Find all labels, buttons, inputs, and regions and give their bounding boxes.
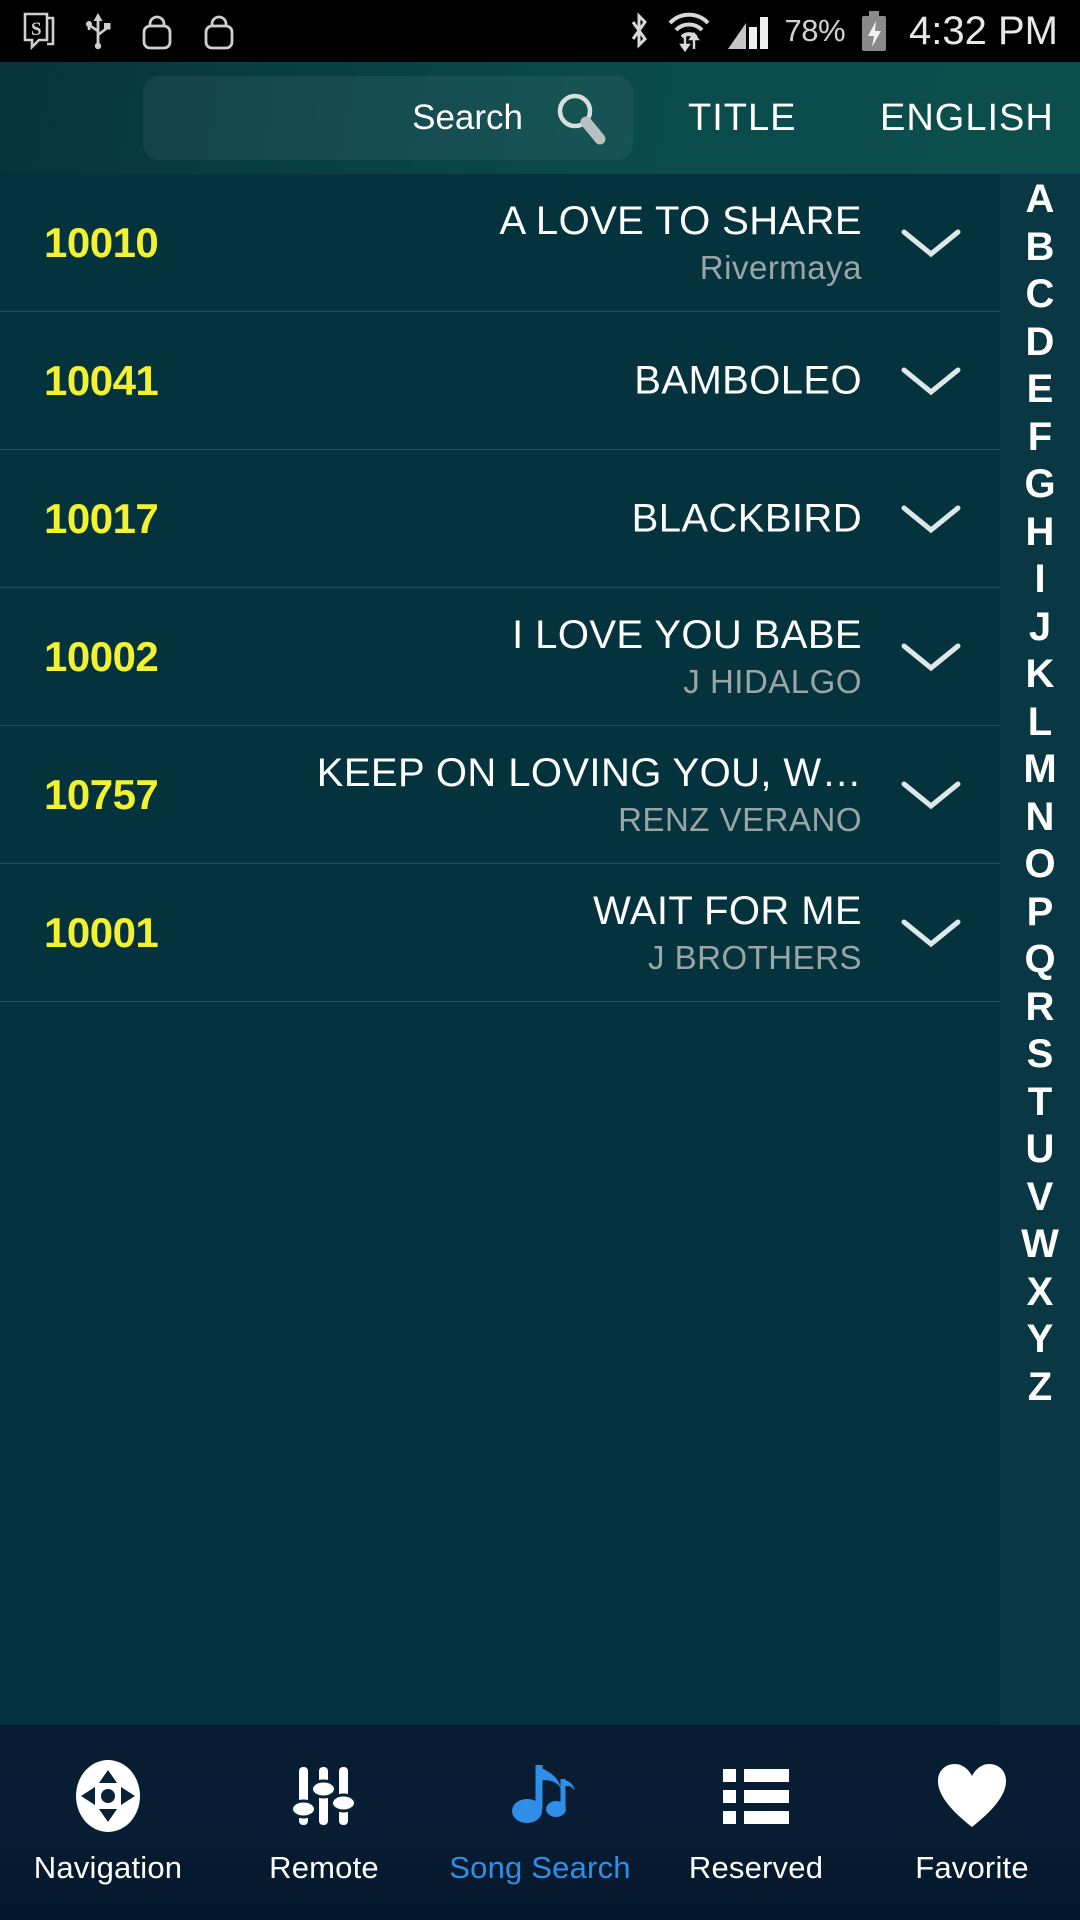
song-title: I LOVE YOU BABE (512, 612, 862, 657)
chevron-down-icon[interactable] (900, 500, 962, 538)
battery-percent-label: 78% (784, 13, 846, 48)
nav-item-song-search[interactable]: Song Search (432, 1725, 648, 1920)
battery-charging-icon (862, 11, 887, 51)
alpha-index-letter-c[interactable]: C (1000, 271, 1080, 319)
chevron-down-icon[interactable] (900, 776, 962, 814)
song-text-block: KEEP ON LOVING YOU, W… RENZ VERANO (317, 749, 862, 839)
alpha-index-letter-w[interactable]: W (1000, 1221, 1080, 1269)
song-number: 10002 (44, 632, 159, 680)
bag-icon (142, 15, 172, 50)
alpha-index-letter-d[interactable]: D (1000, 319, 1080, 367)
sliders-icon (287, 1760, 361, 1832)
alpha-index-letter-y[interactable]: Y (1000, 1316, 1080, 1364)
alpha-index-letter-r[interactable]: R (1000, 984, 1080, 1032)
song-title: A LOVE TO SHARE (499, 198, 862, 243)
status-bar-right-icons: 78% 4:32 PM (626, 9, 1058, 54)
song-text-block: I LOVE YOU BABE J HIDALGO (512, 611, 862, 701)
song-text-block: BLACKBIRD (632, 495, 862, 542)
song-number: 10757 (44, 770, 159, 818)
nav-item-label: Favorite (915, 1849, 1029, 1885)
song-row[interactable]: 10017 BLACKBIRD (0, 450, 1000, 588)
alpha-index-letter-o[interactable]: O (1000, 841, 1080, 889)
bag-icon (204, 15, 234, 50)
song-text-block: WAIT FOR ME J BROTHERS (593, 887, 862, 977)
song-artist: Rivermaya (699, 248, 862, 286)
song-number: 10001 (44, 908, 159, 956)
nav-item-navigation[interactable]: Navigation (0, 1725, 216, 1920)
song-row[interactable]: 10010 A LOVE TO SHARE Rivermaya (0, 174, 1000, 312)
magnifier-icon[interactable] (551, 89, 609, 147)
song-number: 10010 (44, 218, 159, 266)
status-bar: S 78% 4:32 PM (0, 0, 1080, 62)
chevron-down-icon[interactable] (900, 638, 962, 676)
alpha-index-letter-k[interactable]: K (1000, 651, 1080, 699)
nav-item-label: Song Search (449, 1849, 631, 1885)
nav-item-favorite[interactable]: Favorite (864, 1725, 1080, 1920)
song-text-block: A LOVE TO SHARE Rivermaya (500, 197, 862, 287)
alpha-index-letter-e[interactable]: E (1000, 366, 1080, 414)
alpha-index-letter-s[interactable]: S (1000, 1031, 1080, 1079)
song-list[interactable]: 10010 A LOVE TO SHARE Rivermaya 10041 BAMBOL… (0, 174, 1000, 1725)
nav-item-label: Navigation (33, 1849, 183, 1885)
alpha-index-letter-f[interactable]: F (1000, 414, 1080, 462)
song-artist: J BROTHERS (647, 938, 862, 976)
alpha-index-letter-v[interactable]: V (1000, 1174, 1080, 1222)
clock-label: 4:32 PM (909, 8, 1058, 53)
alpha-index-letter-q[interactable]: Q (1000, 936, 1080, 984)
svg-text:S: S (31, 19, 42, 40)
list-icon (719, 1760, 793, 1832)
nav-item-label: Remote (269, 1849, 379, 1885)
alpha-index-letter-l[interactable]: L (1000, 699, 1080, 747)
alpha-index-letter-g[interactable]: G (1000, 461, 1080, 509)
alpha-index-letter-m[interactable]: M (1000, 746, 1080, 794)
alpha-index-letter-h[interactable]: H (1000, 509, 1080, 557)
chevron-down-icon[interactable] (900, 914, 962, 952)
chevron-down-icon[interactable] (900, 362, 962, 400)
status-bar-left-icons: S (22, 11, 236, 51)
wifi-icon (669, 12, 710, 53)
app-header: TITLE ENGLISH (0, 62, 1080, 174)
nav-item-remote[interactable]: Remote (216, 1725, 432, 1920)
tab-title[interactable]: TITLE (688, 62, 796, 174)
tab-language[interactable]: ENGLISH (880, 62, 1054, 174)
heart-icon (934, 1760, 1010, 1832)
alpha-index-letter-x[interactable]: X (1000, 1269, 1080, 1317)
nav-item-label: Reserved (688, 1849, 824, 1885)
nav-item-reserved[interactable]: Reserved (648, 1725, 864, 1920)
alpha-index-letter-u[interactable]: U (1000, 1126, 1080, 1174)
dpad-icon (71, 1759, 145, 1832)
song-row[interactable]: 10002 I LOVE YOU BABE J HIDALGO (0, 588, 1000, 726)
song-row[interactable]: 10041 BAMBOLEO (0, 312, 1000, 450)
alpha-index-letter-j[interactable]: J (1000, 604, 1080, 652)
chevron-down-icon[interactable] (900, 224, 962, 262)
song-number: 10017 (44, 494, 159, 542)
music-note-icon (501, 1760, 579, 1832)
song-title: KEEP ON LOVING YOU, W… (316, 750, 862, 795)
song-text-block: BAMBOLEO (634, 357, 862, 404)
song-row[interactable]: 10001 WAIT FOR ME J BROTHERS (0, 864, 1000, 1002)
usb-icon (86, 13, 111, 50)
alpha-index-letter-z[interactable]: Z (1000, 1364, 1080, 1412)
alpha-index-letter-i[interactable]: I (1000, 556, 1080, 604)
search-input[interactable] (193, 98, 523, 138)
bluetooth-icon (632, 12, 648, 49)
bottom-navigation-bar[interactable]: Navigation Remote Song Search Reserved Favor… (0, 1725, 1080, 1920)
alpha-index-letter-t[interactable]: T (1000, 1079, 1080, 1127)
song-number: 10041 (44, 356, 159, 404)
alpha-index-letter-a[interactable]: A (1000, 176, 1080, 224)
song-row[interactable]: 10757 KEEP ON LOVING YOU, W… RENZ VERANO (0, 726, 1000, 864)
alpha-index-letter-n[interactable]: N (1000, 794, 1080, 842)
alpha-index-letter-b[interactable]: B (1000, 224, 1080, 272)
s-note-icon: S (23, 12, 55, 50)
song-title: WAIT FOR ME (593, 888, 862, 933)
alphabet-index[interactable]: ABCDEFGHIJKLMNOPQRSTUVWXYZ (1000, 174, 1080, 1725)
signal-icon (728, 17, 769, 49)
alpha-index-letter-p[interactable]: P (1000, 889, 1080, 937)
search-box[interactable] (143, 76, 633, 160)
song-artist: J HIDALGO (683, 662, 862, 700)
song-title: BLACKBIRD (631, 495, 862, 540)
song-title: BAMBOLEO (634, 357, 862, 402)
song-artist: RENZ VERANO (618, 800, 862, 838)
